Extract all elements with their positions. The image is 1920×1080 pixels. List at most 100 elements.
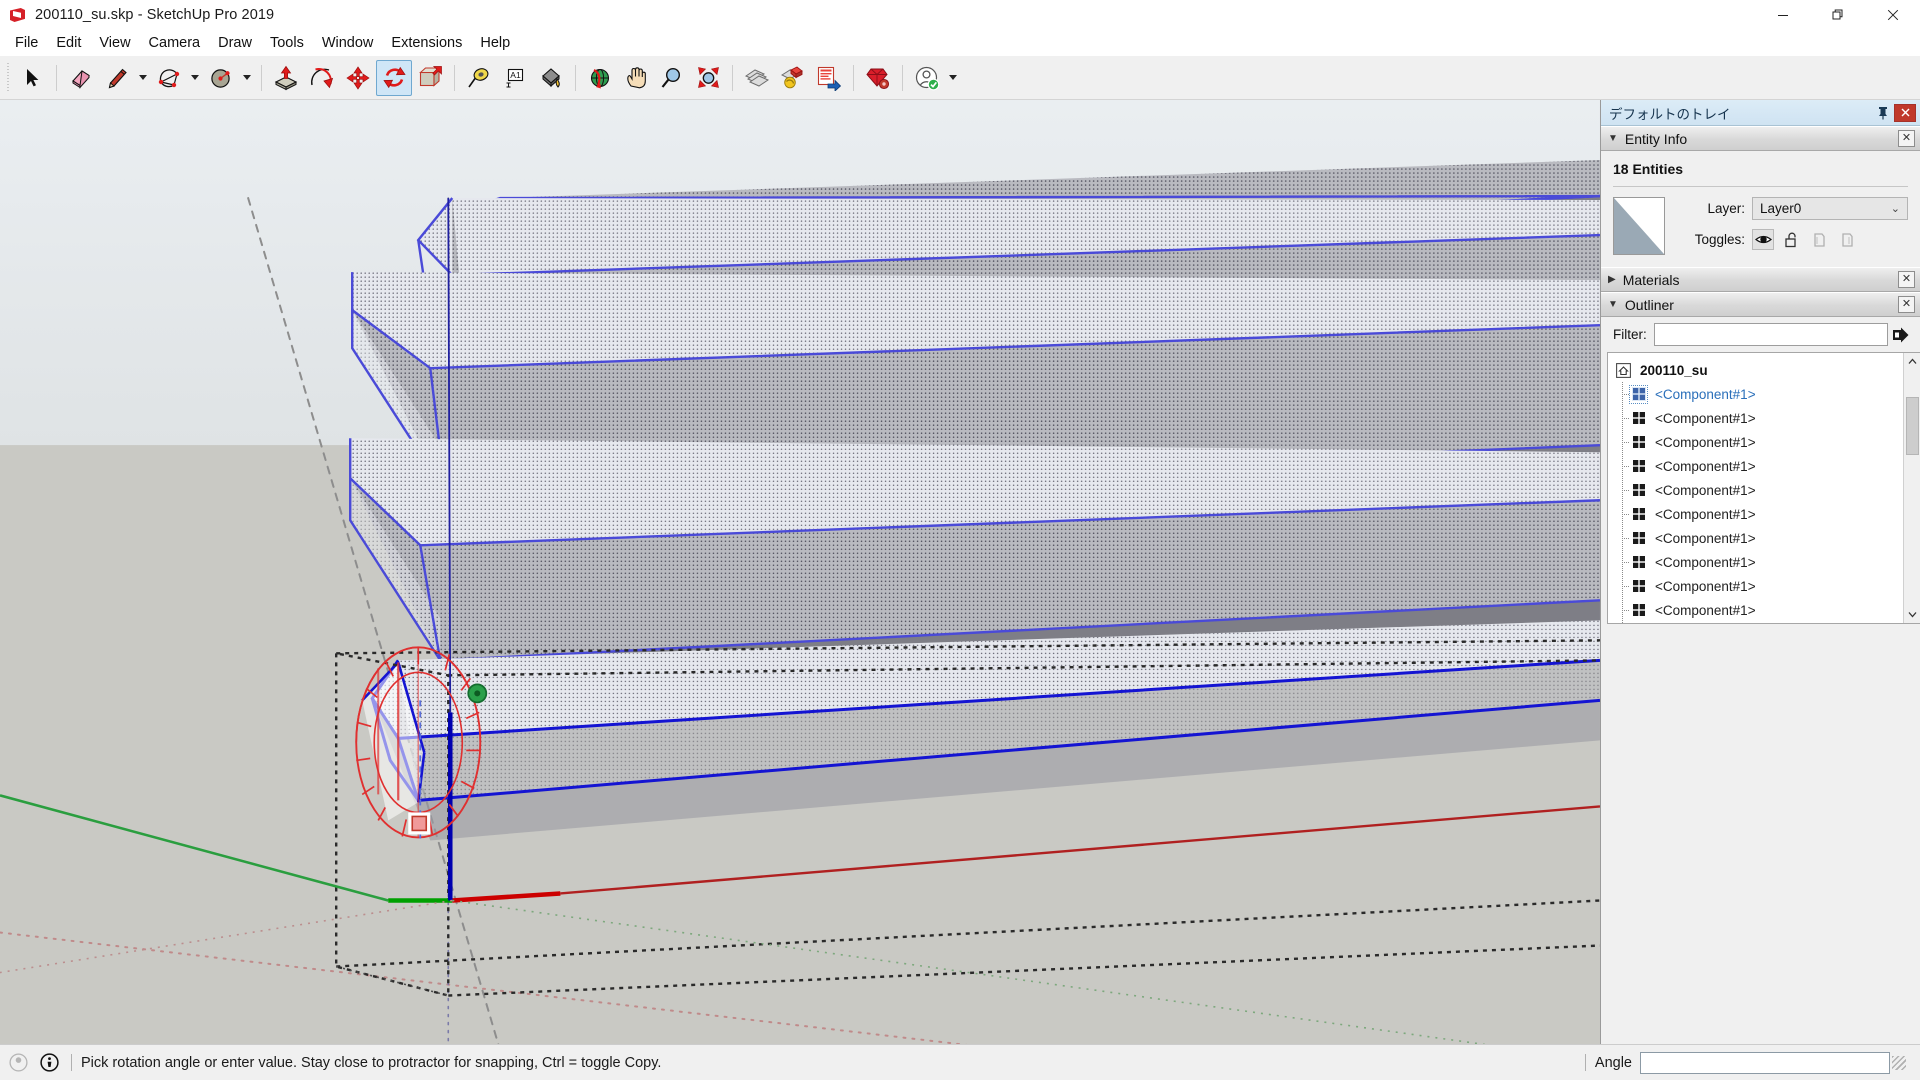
3d-warehouse-tool[interactable] — [775, 60, 811, 96]
window-title: 200110_su.skp - SketchUp Pro 2019 — [35, 7, 275, 23]
zoom-tool[interactable] — [654, 60, 690, 96]
viewport-canvas[interactable] — [0, 100, 1600, 1044]
material-preview-swatch[interactable] — [1613, 197, 1665, 255]
triangle-down-icon: ▼ — [1608, 298, 1618, 310]
minimize-button[interactable] — [1755, 0, 1810, 30]
outliner-tree[interactable]: 200110_su <Component#1> <Component#1> <Com… — [1608, 353, 1903, 623]
panel-close-entity-info[interactable]: ✕ — [1898, 130, 1915, 147]
arc-tool[interactable] — [151, 60, 187, 96]
line-tool-dropdown[interactable] — [135, 60, 151, 96]
filter-options-icon[interactable] — [1888, 327, 1914, 343]
menu-tools[interactable]: Tools — [261, 33, 313, 54]
close-button[interactable] — [1865, 0, 1920, 30]
chevron-up-icon[interactable] — [1904, 353, 1920, 370]
share-model-tool[interactable] — [811, 60, 847, 96]
outliner-item[interactable]: <Component#1> — [1608, 550, 1903, 574]
menu-camera[interactable]: Camera — [140, 33, 210, 54]
cast-shadows-toggle[interactable] — [1836, 229, 1858, 250]
arc-tool-dropdown[interactable] — [187, 60, 203, 96]
orbit-tool[interactable] — [582, 60, 618, 96]
outliner-tree-container: 200110_su <Component#1> <Component#1> <Com… — [1607, 352, 1920, 624]
status-message: Pick rotation angle or enter value. Stay… — [81, 1054, 662, 1071]
status-bar: Pick rotation angle or enter value. Stay… — [0, 1044, 1920, 1080]
outliner-item[interactable]: <Component#1> — [1608, 622, 1903, 623]
pin-icon[interactable] — [1872, 102, 1894, 124]
scale-tool[interactable] — [412, 60, 448, 96]
filter-input[interactable] — [1653, 323, 1888, 346]
panel-header-entity-info[interactable]: ▼ Entity Info ✕ — [1601, 126, 1920, 151]
scrollbar-thumb[interactable] — [1906, 397, 1919, 455]
pushpull-tool[interactable] — [268, 60, 304, 96]
tape-measure-tool[interactable] — [461, 60, 497, 96]
menu-view[interactable]: View — [90, 33, 139, 54]
vcb-label: Angle — [1594, 1054, 1632, 1071]
entity-count: 18 Entities — [1613, 161, 1684, 177]
component-icon — [1630, 578, 1647, 595]
toolbar-separator — [56, 64, 57, 91]
pan-tool[interactable] — [618, 60, 654, 96]
shapes-tool[interactable] — [203, 60, 239, 96]
outliner-root-node[interactable]: 200110_su — [1608, 358, 1903, 382]
toggles-label: Toggles: — [1694, 232, 1745, 247]
sketchup-window: 200110_su.skp - SketchUp Pro 2019 File E… — [0, 0, 1920, 1080]
receive-shadows-toggle[interactable] — [1808, 229, 1830, 250]
lock-toggle[interactable] — [1780, 229, 1802, 250]
main-toolbar: A1 — [0, 56, 1920, 100]
layer-value: Layer0 — [1760, 201, 1802, 216]
vcb-input[interactable] — [1640, 1051, 1890, 1074]
menu-extensions[interactable]: Extensions — [382, 33, 471, 54]
followme-tool[interactable] — [304, 60, 340, 96]
component-icon — [1630, 482, 1647, 499]
outliner-item[interactable]: <Component#1> — [1608, 526, 1903, 550]
paint-bucket-tool[interactable] — [533, 60, 569, 96]
outliner-item[interactable]: <Component#1> — [1608, 454, 1903, 478]
outliner-item[interactable]: <Component#1> — [1608, 406, 1903, 430]
panel-header-materials[interactable]: ▶ Materials ✕ — [1601, 267, 1920, 292]
toolbar-separator — [454, 64, 455, 91]
scenes-tool[interactable] — [739, 60, 775, 96]
tray-close-button[interactable] — [1894, 103, 1916, 122]
svg-text:A1: A1 — [510, 70, 521, 80]
panel-header-outliner[interactable]: ▼ Outliner ✕ — [1601, 292, 1920, 317]
menu-file[interactable]: File — [6, 33, 47, 54]
layer-select[interactable]: Layer0 ⌄ — [1752, 197, 1908, 220]
rotate-tool[interactable] — [376, 59, 412, 96]
menu-window[interactable]: Window — [313, 33, 383, 54]
account-button[interactable] — [909, 60, 945, 96]
outliner-item[interactable]: <Component#1> — [1608, 382, 1903, 406]
resize-grip-icon[interactable] — [1892, 1055, 1906, 1070]
model-credits-icon[interactable] — [36, 1050, 62, 1076]
select-tool[interactable] — [14, 60, 50, 96]
move-tool[interactable] — [340, 60, 376, 96]
panel-body-entity-info: 18 Entities Layer: Layer0 ⌄ Toggles: — [1601, 151, 1920, 267]
toolbar-separator — [902, 64, 903, 91]
visibility-toggle[interactable] — [1752, 229, 1774, 250]
divider — [71, 1054, 72, 1071]
panel-close-outliner[interactable]: ✕ — [1898, 296, 1915, 313]
extension-warehouse-tool[interactable] — [860, 60, 896, 96]
layer-label: Layer: — [1707, 201, 1745, 216]
component-icon — [1630, 458, 1647, 475]
account-dropdown[interactable] — [945, 60, 961, 96]
restore-button[interactable] — [1810, 0, 1865, 30]
modeling-viewport[interactable] — [0, 100, 1600, 1044]
menu-help[interactable]: Help — [471, 33, 519, 54]
geo-location-icon[interactable] — [5, 1050, 31, 1076]
outliner-item[interactable]: <Component#1> — [1608, 478, 1903, 502]
chevron-down-icon[interactable] — [1904, 606, 1920, 623]
outliner-item[interactable]: <Component#1> — [1608, 598, 1903, 622]
text-tool[interactable]: A1 — [497, 60, 533, 96]
outliner-item[interactable]: <Component#1> — [1608, 574, 1903, 598]
outliner-item[interactable]: <Component#1> — [1608, 430, 1903, 454]
line-tool[interactable] — [99, 60, 135, 96]
outliner-scrollbar[interactable] — [1903, 353, 1920, 623]
toolbar-grip[interactable] — [4, 62, 12, 93]
outliner-item[interactable]: <Component#1> — [1608, 502, 1903, 526]
zoom-extents-tool[interactable] — [690, 60, 726, 96]
panel-close-materials[interactable]: ✕ — [1898, 271, 1915, 288]
triangle-down-icon: ▼ — [1608, 132, 1618, 144]
eraser-tool[interactable] — [63, 60, 99, 96]
menu-draw[interactable]: Draw — [209, 33, 261, 54]
menu-edit[interactable]: Edit — [47, 33, 90, 54]
shapes-tool-dropdown[interactable] — [239, 60, 255, 96]
